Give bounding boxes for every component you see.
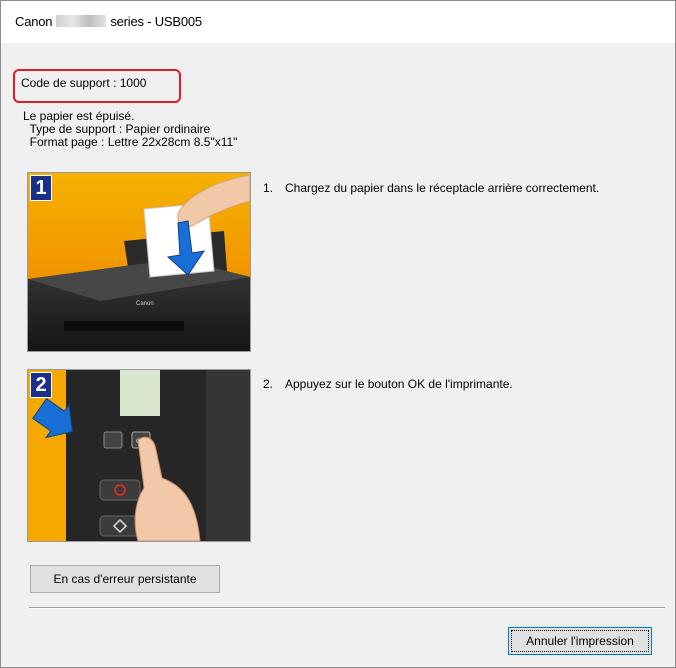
page-size-line: Format page : Lettre 22x28cm 8.5"x11" [23,135,238,149]
printer-ok-button-image: OK [28,370,250,541]
title-brand: Canon [15,14,53,29]
window-title: Canon series - USB005 [15,14,202,29]
title-bar: Canon series - USB005 [1,1,675,43]
step2-text: Appuyez sur le bouton OK de l'imprimante… [285,377,513,391]
step2-number: 2. [263,377,274,391]
step2-illustration: OK 2 [27,369,251,542]
support-code: Code de support : 1000 [21,76,147,90]
cancel-print-button[interactable]: Annuler l'impression [508,627,652,655]
step1-illustration: Canon 1 [27,172,251,352]
step1-badge: 1 [30,175,52,201]
media-type-line: Type de support : Papier ordinaire [23,122,211,136]
step2-badge: 2 [30,372,52,398]
step1-number: 1. [263,181,274,195]
separator-line [29,607,665,609]
printer-load-paper-image: Canon [28,174,250,351]
svg-text:Canon: Canon [136,301,154,307]
step1-text: Chargez du papier dans le réceptacle arr… [285,181,600,195]
dialog-content: Code de support : 1000 Le papier est épu… [1,43,675,667]
persistent-error-button[interactable]: En cas d'erreur persistante [30,565,220,593]
title-suffix: series - USB005 [110,14,202,29]
printer-error-dialog: Canon series - USB005 Code de support : 1… [0,0,676,668]
redacted-model-name [56,15,107,27]
error-message: Le papier est épuisé. [23,109,135,123]
